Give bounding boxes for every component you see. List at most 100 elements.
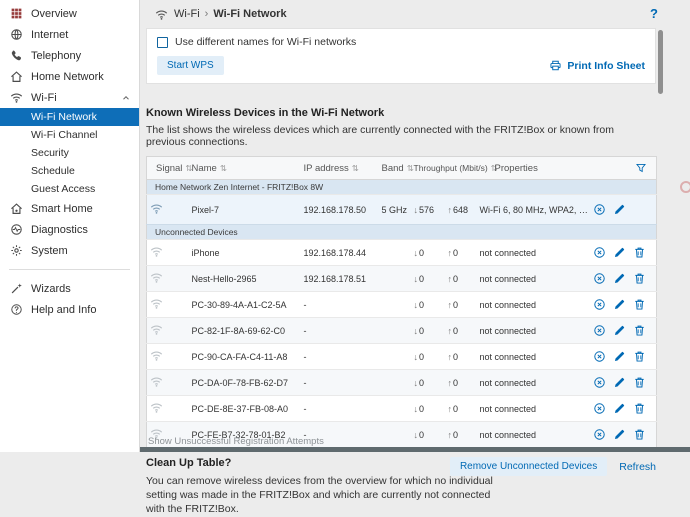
device-row: Pixel-7192.168.178.505 GHz↓576↑648Wi-Fi …: [147, 195, 657, 225]
device-row: PC-82-1F-8A-69-62-C0-↓0↑0not connected: [147, 318, 657, 344]
sidebar-item-wi-fi-network[interactable]: Wi-Fi Network: [0, 108, 139, 126]
column-header-signal[interactable]: Signal⇅: [147, 157, 189, 180]
throughput-down-cell: ↓0: [411, 396, 445, 422]
signal-cell: [147, 344, 189, 370]
column-header-band[interactable]: Band⇅: [379, 157, 411, 180]
device-name-cell: Nest-Hello-2965: [189, 266, 301, 292]
cleanup-section: Clean Up Table? You can remove wireless …: [146, 457, 656, 517]
column-header-actions: [594, 157, 657, 180]
edit-button[interactable]: [613, 203, 626, 216]
sidebar-item-guest-access[interactable]: Guest Access: [0, 180, 139, 198]
column-header-name[interactable]: Name⇅: [189, 157, 301, 180]
sidebar-item-home-network[interactable]: Home Network: [0, 66, 139, 87]
edit-button[interactable]: [613, 246, 626, 259]
column-header-throughput[interactable]: Throughput (Mbit/s)⇅: [411, 157, 477, 180]
sidebar-item-telephony[interactable]: Telephony: [0, 45, 139, 66]
refresh-link[interactable]: Refresh: [619, 461, 656, 473]
phone-icon: [9, 48, 24, 63]
delete-button[interactable]: [633, 246, 646, 259]
printer-icon: [549, 59, 562, 72]
sidebar-item-system[interactable]: System: [0, 240, 139, 261]
sidebar-item-internet[interactable]: Internet: [0, 24, 139, 45]
sidebar-item-schedule[interactable]: Schedule: [0, 162, 139, 180]
device-row: PC-30-89-4A-A1-C2-5A-↓0↑0not connected: [147, 292, 657, 318]
block-button[interactable]: [594, 402, 607, 415]
cursor-artifact: [680, 181, 690, 193]
delete-button[interactable]: [633, 350, 646, 363]
ip-cell: -: [301, 318, 379, 344]
block-button[interactable]: [594, 350, 607, 363]
delete-button[interactable]: [633, 272, 646, 285]
sidebar-item-security[interactable]: Security: [0, 144, 139, 162]
block-button[interactable]: [594, 203, 607, 216]
show-attempts-link[interactable]: Show Unsuccessful Registration Attempts: [148, 436, 324, 447]
column-header-ip[interactable]: IP address⇅: [301, 157, 379, 180]
column-header-label: Band: [382, 163, 404, 174]
sidebar-item-label: Wi-Fi: [31, 92, 121, 104]
edit-button[interactable]: [613, 324, 626, 337]
edit-button[interactable]: [613, 272, 626, 285]
ip-cell: 192.168.178.50: [301, 195, 379, 225]
block-button[interactable]: [594, 324, 607, 337]
print-info-sheet-link[interactable]: Print Info Sheet: [549, 59, 645, 72]
sort-icon: ⇅: [220, 163, 227, 173]
signal-cell: [147, 266, 189, 292]
row-actions: [597, 246, 654, 259]
row-actions: [597, 376, 654, 389]
device-row: Nest-Hello-2965192.168.178.51↓0↑0not con…: [147, 266, 657, 292]
breadcrumb-section[interactable]: Wi-Fi: [174, 8, 200, 20]
sidebar-item-smart-home[interactable]: Smart Home: [0, 198, 139, 219]
throughput-down-cell: ↓0: [411, 266, 445, 292]
sidebar-item-wi-fi-channel[interactable]: Wi-Fi Channel: [0, 126, 139, 144]
block-button[interactable]: [594, 272, 607, 285]
sidebar-item-label: Home Network: [31, 71, 133, 83]
row-actions: [597, 402, 654, 415]
delete-button[interactable]: [633, 324, 646, 337]
breadcrumb: Wi-Fi › Wi-Fi Network: [140, 0, 690, 28]
block-button[interactable]: [594, 376, 607, 389]
help-button[interactable]: ?: [650, 6, 658, 21]
row-actions: [597, 350, 654, 363]
sidebar-item-overview[interactable]: Overview: [0, 3, 139, 24]
sidebar-item-label: Overview: [31, 8, 133, 20]
sidebar-item-wizards[interactable]: Wizards: [0, 278, 139, 299]
block-button[interactable]: [594, 246, 607, 259]
edit-button[interactable]: [613, 376, 626, 389]
delete-button[interactable]: [633, 298, 646, 311]
sidebar-item-wi-fi[interactable]: Wi-Fi: [0, 87, 139, 108]
checkbox-label: Use different names for Wi-Fi networks: [175, 36, 356, 48]
block-button[interactable]: [594, 298, 607, 311]
edit-button[interactable]: [613, 402, 626, 415]
different-names-checkbox[interactable]: [157, 37, 168, 48]
properties-cell: not connected: [477, 266, 594, 292]
throughput-up-cell: ↑0: [445, 318, 477, 344]
up-arrow-icon: ↑: [448, 248, 453, 258]
device-name-cell: PC-DA-0F-78-FB-62-D7: [189, 370, 301, 396]
delete-button[interactable]: [633, 376, 646, 389]
signal-cell: [147, 292, 189, 318]
throughput-up-cell: ↑0: [445, 240, 477, 266]
down-arrow-icon: ↓: [414, 248, 419, 258]
delete-button[interactable]: [633, 402, 646, 415]
band-cell: [379, 370, 411, 396]
row-actions: [597, 272, 654, 285]
sidebar-item-label: Wizards: [31, 283, 133, 295]
wifi-signal-icon: [150, 323, 163, 336]
column-header-label: Properties: [495, 163, 538, 174]
throughput-down-cell: ↓0: [411, 240, 445, 266]
wifi-icon: [9, 90, 24, 105]
column-header-label: Throughput (Mbit/s): [414, 163, 488, 173]
remove-unconnected-button[interactable]: Remove Unconnected Devices: [450, 457, 607, 476]
wifi-signal-icon: [150, 349, 163, 362]
card-actions: Start WPS Print Info Sheet: [157, 56, 645, 75]
sidebar-item-diagnostics[interactable]: Diagnostics: [0, 219, 139, 240]
footer-strip: Show Unsuccessful Registration Attempts: [140, 436, 690, 452]
filter-icon[interactable]: [635, 162, 647, 174]
scrollbar-thumb[interactable]: [658, 30, 663, 94]
properties-cell: not connected: [477, 318, 594, 344]
device-name-cell: PC-DE-8E-37-FB-08-A0: [189, 396, 301, 422]
edit-button[interactable]: [613, 298, 626, 311]
sidebar-item-help-and-info[interactable]: Help and Info: [0, 299, 139, 320]
start-wps-button[interactable]: Start WPS: [157, 56, 224, 75]
edit-button[interactable]: [613, 350, 626, 363]
